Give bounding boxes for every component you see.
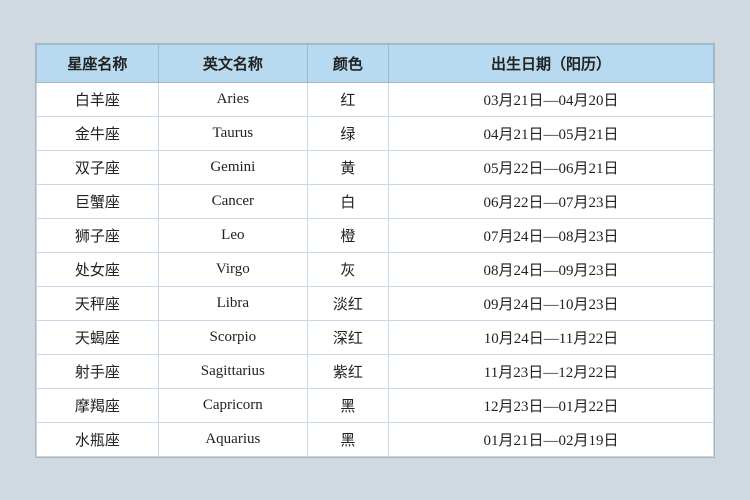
cell-color: 黄 [307,150,388,184]
cell-color: 紫红 [307,354,388,388]
cell-zh: 巨蟹座 [37,184,159,218]
cell-date: 07月24日—08月23日 [389,218,714,252]
zodiac-table: 星座名称 英文名称 颜色 出生日期（阳历） 白羊座Aries红03月21日—04… [36,44,714,457]
cell-color: 黑 [307,388,388,422]
cell-en: Taurus [158,116,307,150]
header-color: 颜色 [307,44,388,82]
cell-color: 淡红 [307,286,388,320]
cell-date: 12月23日—01月22日 [389,388,714,422]
cell-date: 10月24日—11月22日 [389,320,714,354]
table-row: 处女座Virgo灰08月24日—09月23日 [37,252,714,286]
cell-en: Sagittarius [158,354,307,388]
cell-date: 08月24日—09月23日 [389,252,714,286]
cell-en: Scorpio [158,320,307,354]
cell-date: 05月22日—06月21日 [389,150,714,184]
cell-en: Cancer [158,184,307,218]
cell-color: 绿 [307,116,388,150]
table-row: 白羊座Aries红03月21日—04月20日 [37,82,714,116]
cell-en: Capricorn [158,388,307,422]
cell-date: 11月23日—12月22日 [389,354,714,388]
table-body: 白羊座Aries红03月21日—04月20日金牛座Taurus绿04月21日—0… [37,82,714,456]
cell-zh: 狮子座 [37,218,159,252]
cell-zh: 金牛座 [37,116,159,150]
cell-zh: 天秤座 [37,286,159,320]
table-row: 巨蟹座Cancer白06月22日—07月23日 [37,184,714,218]
table-row: 天秤座Libra淡红09月24日—10月23日 [37,286,714,320]
cell-en: Aries [158,82,307,116]
cell-color: 橙 [307,218,388,252]
cell-date: 01月21日—02月19日 [389,422,714,456]
cell-zh: 水瓶座 [37,422,159,456]
table-row: 射手座Sagittarius紫红11月23日—12月22日 [37,354,714,388]
cell-en: Leo [158,218,307,252]
header-zh: 星座名称 [37,44,159,82]
cell-date: 04月21日—05月21日 [389,116,714,150]
cell-en: Libra [158,286,307,320]
table-row: 狮子座Leo橙07月24日—08月23日 [37,218,714,252]
cell-color: 白 [307,184,388,218]
cell-en: Aquarius [158,422,307,456]
cell-zh: 白羊座 [37,82,159,116]
cell-date: 09月24日—10月23日 [389,286,714,320]
header-en: 英文名称 [158,44,307,82]
cell-en: Virgo [158,252,307,286]
cell-color: 灰 [307,252,388,286]
table-row: 水瓶座Aquarius黑01月21日—02月19日 [37,422,714,456]
cell-color: 红 [307,82,388,116]
table-row: 双子座Gemini黄05月22日—06月21日 [37,150,714,184]
cell-zh: 天蝎座 [37,320,159,354]
cell-zh: 双子座 [37,150,159,184]
cell-color: 黑 [307,422,388,456]
table-row: 摩羯座Capricorn黑12月23日—01月22日 [37,388,714,422]
cell-color: 深红 [307,320,388,354]
zodiac-table-container: 星座名称 英文名称 颜色 出生日期（阳历） 白羊座Aries红03月21日—04… [35,43,715,458]
cell-zh: 处女座 [37,252,159,286]
cell-en: Gemini [158,150,307,184]
cell-zh: 射手座 [37,354,159,388]
table-header-row: 星座名称 英文名称 颜色 出生日期（阳历） [37,44,714,82]
cell-zh: 摩羯座 [37,388,159,422]
table-row: 天蝎座Scorpio深红10月24日—11月22日 [37,320,714,354]
cell-date: 03月21日—04月20日 [389,82,714,116]
cell-date: 06月22日—07月23日 [389,184,714,218]
header-date: 出生日期（阳历） [389,44,714,82]
table-row: 金牛座Taurus绿04月21日—05月21日 [37,116,714,150]
